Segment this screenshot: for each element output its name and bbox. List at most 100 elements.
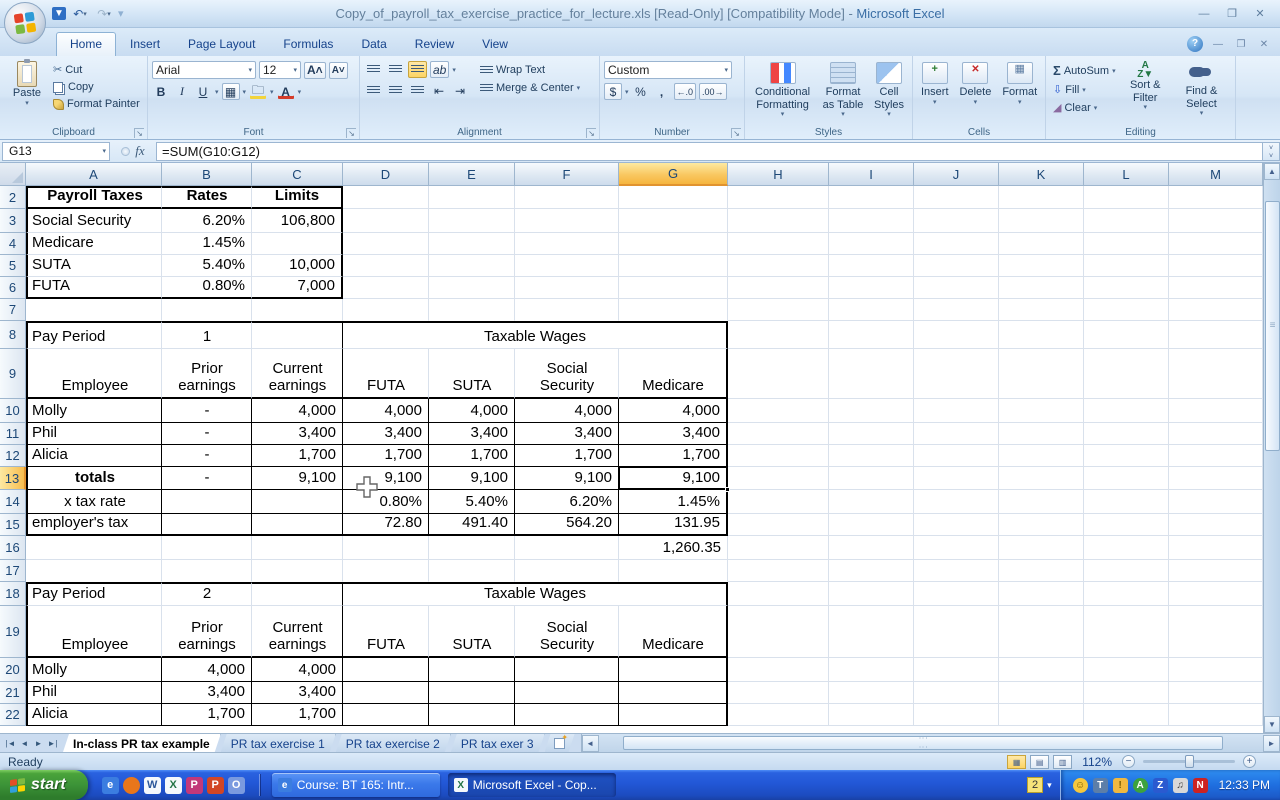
cell-D10[interactable]: 4,000: [343, 399, 429, 423]
cell-D4[interactable]: [343, 233, 429, 255]
cell-K11[interactable]: [999, 423, 1084, 445]
cell-D19[interactable]: FUTA: [343, 606, 429, 658]
cell-K12[interactable]: [999, 445, 1084, 467]
cell-C4[interactable]: [252, 233, 343, 255]
cell-J19[interactable]: [914, 606, 999, 658]
cell-A17[interactable]: [26, 560, 162, 582]
sheet-tab-pr-tax-exercise-2[interactable]: PR tax exercise 2: [336, 734, 451, 752]
cell-M20[interactable]: [1169, 658, 1263, 682]
cell-H17[interactable]: [728, 560, 829, 582]
cell-M17[interactable]: [1169, 560, 1263, 582]
cell-B17[interactable]: [162, 560, 252, 582]
cell-M13[interactable]: [1169, 467, 1263, 490]
sheet-tab-in-class-pr-tax-example[interactable]: In-class PR tax example: [63, 734, 221, 752]
format-cells-button[interactable]: Format▾: [998, 60, 1041, 125]
cell-J9[interactable]: [914, 349, 999, 399]
cell-E9[interactable]: SUTA: [429, 349, 515, 399]
cell-K8[interactable]: [999, 321, 1084, 349]
cell-C5[interactable]: 10,000: [252, 255, 343, 277]
cell-K16[interactable]: [999, 536, 1084, 560]
font-family-select[interactable]: Arial▾: [152, 61, 256, 79]
cell-B22[interactable]: 1,700: [162, 704, 252, 726]
cell-B2[interactable]: Rates: [162, 186, 252, 209]
cell-H18[interactable]: [728, 582, 829, 606]
scroll-right-icon[interactable]: ►: [1263, 735, 1280, 752]
first-sheet-icon[interactable]: |◄: [4, 739, 17, 748]
scroll-down-icon[interactable]: ▼: [1264, 716, 1280, 733]
cell-J11[interactable]: [914, 423, 999, 445]
find-select-button[interactable]: Find & Select▾: [1172, 59, 1231, 125]
row-header-17[interactable]: 17: [0, 560, 26, 582]
cell-D16[interactable]: [343, 536, 429, 560]
font-color-icon[interactable]: A: [277, 83, 295, 100]
cell-D22[interactable]: [343, 704, 429, 726]
workbook-close-button[interactable]: ✕: [1256, 39, 1272, 50]
cell-I3[interactable]: [829, 209, 914, 233]
row-header-4[interactable]: 4: [0, 233, 26, 255]
cell-K7[interactable]: [999, 299, 1084, 321]
cell-A14[interactable]: x tax rate: [26, 490, 162, 514]
cell-K3[interactable]: [999, 209, 1084, 233]
zonealarm-tray-icon[interactable]: Z: [1153, 778, 1168, 793]
customize-qat-icon[interactable]: ▾: [118, 7, 124, 20]
messenger-tray-icon[interactable]: ☺: [1073, 778, 1088, 793]
expand-formula-bar-icon[interactable]: ˅˅: [1262, 142, 1280, 161]
ribbon-tab-insert[interactable]: Insert: [116, 32, 174, 56]
cell-G15[interactable]: 131.95: [619, 514, 728, 536]
currency-format-icon[interactable]: $: [604, 83, 622, 100]
scroll-up-icon[interactable]: ▲: [1264, 163, 1280, 180]
cell-G2[interactable]: [619, 186, 728, 209]
row-header-16[interactable]: 16: [0, 536, 26, 560]
cell-B11[interactable]: -: [162, 423, 252, 445]
cell-A12[interactable]: Alicia: [26, 445, 162, 467]
cell-D21[interactable]: [343, 682, 429, 704]
cell-F7[interactable]: [515, 299, 619, 321]
cell-D17[interactable]: [343, 560, 429, 582]
cell-K21[interactable]: [999, 682, 1084, 704]
cell-J16[interactable]: [914, 536, 999, 560]
cell-E21[interactable]: [429, 682, 515, 704]
cell-A2[interactable]: Payroll Taxes: [26, 186, 162, 209]
cell-A18[interactable]: Pay Period: [26, 582, 162, 606]
percent-format-icon[interactable]: %: [632, 83, 650, 100]
cell-L15[interactable]: [1084, 514, 1169, 536]
column-header-G[interactable]: G: [619, 163, 728, 186]
cell-H12[interactable]: [728, 445, 829, 467]
number-dialog-launcher-icon[interactable]: ↘: [731, 128, 741, 138]
column-header-B[interactable]: B: [162, 163, 252, 186]
cell-J22[interactable]: [914, 704, 999, 726]
row-header-12[interactable]: 12: [0, 445, 26, 467]
bold-button[interactable]: B: [152, 83, 170, 100]
cell-B10[interactable]: -: [162, 399, 252, 423]
fill-button[interactable]: ⇩Fill▾: [1050, 82, 1119, 97]
cell-J20[interactable]: [914, 658, 999, 682]
alignment-dialog-launcher-icon[interactable]: ↘: [586, 128, 596, 138]
align-left-icon[interactable]: [364, 82, 383, 99]
cell-E7[interactable]: [429, 299, 515, 321]
decrease-decimal-icon[interactable]: .00→: [699, 83, 727, 100]
cell-A5[interactable]: SUTA: [26, 255, 162, 277]
cell-E10[interactable]: 4,000: [429, 399, 515, 423]
cell-K5[interactable]: [999, 255, 1084, 277]
sheet-tab-pr-tax-exer-3[interactable]: PR tax exer 3: [451, 734, 545, 752]
number-format-select[interactable]: Custom▾: [604, 61, 732, 79]
cell-L10[interactable]: [1084, 399, 1169, 423]
cell-F10[interactable]: 4,000: [515, 399, 619, 423]
cell-B20[interactable]: 4,000: [162, 658, 252, 682]
cell-I5[interactable]: [829, 255, 914, 277]
row-header-15[interactable]: 15: [0, 514, 26, 536]
cell-E15[interactable]: 491.40: [429, 514, 515, 536]
column-header-A[interactable]: A: [26, 163, 162, 186]
cell-E14[interactable]: 5.40%: [429, 490, 515, 514]
formula-input[interactable]: =SUM(G10:G12): [156, 142, 1262, 161]
cell-E16[interactable]: [429, 536, 515, 560]
cell-M2[interactable]: [1169, 186, 1263, 209]
format-painter-button[interactable]: Format Painter: [50, 97, 143, 111]
cell-K20[interactable]: [999, 658, 1084, 682]
column-header-D[interactable]: D: [343, 163, 429, 186]
align-right-icon[interactable]: [408, 82, 427, 99]
cell-F14[interactable]: 6.20%: [515, 490, 619, 514]
cell-L7[interactable]: [1084, 299, 1169, 321]
page-layout-view-icon[interactable]: ▤: [1030, 755, 1049, 769]
page-break-view-icon[interactable]: ▥: [1053, 755, 1072, 769]
